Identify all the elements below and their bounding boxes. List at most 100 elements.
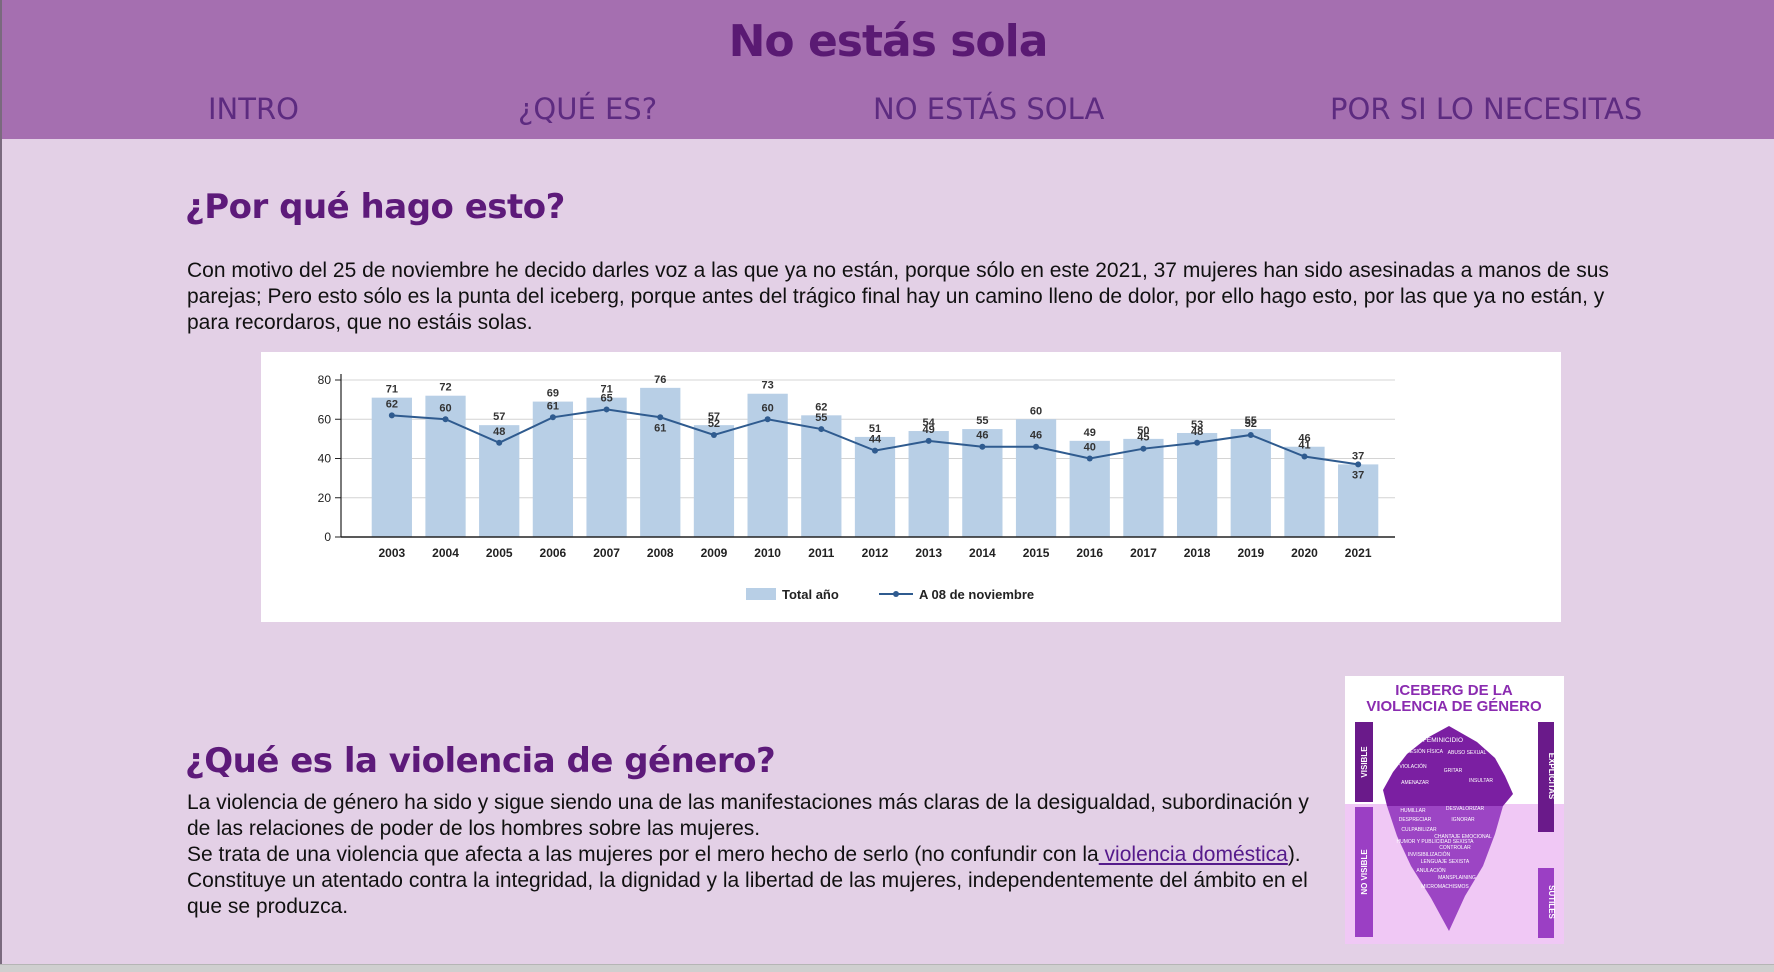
- line-point: [979, 443, 986, 450]
- nav-por-si-lo-necesitas[interactable]: POR SI LO NECESITAS: [1330, 92, 1642, 126]
- line-value-label: 60: [762, 402, 774, 414]
- line-value-label: 48: [493, 426, 505, 438]
- iceberg-title-2: VIOLENCIA DE GÉNERO: [1366, 698, 1542, 715]
- iceberg-item: INSULTAR: [1469, 778, 1493, 784]
- line-value-label: 40: [1084, 442, 1096, 454]
- iceberg-item: MICROMACHISMOS: [1421, 884, 1469, 890]
- bar: [1176, 432, 1218, 537]
- y-tick-label: 20: [318, 491, 332, 505]
- line-point: [818, 426, 825, 433]
- y-tick-label: 60: [318, 412, 332, 426]
- x-tick-label: 2015: [1023, 546, 1050, 560]
- line-value-label: 45: [1137, 432, 1149, 444]
- nav-que-es[interactable]: ¿QUÉ ES?: [518, 92, 657, 126]
- bar-value-label: 57: [493, 411, 505, 423]
- x-tick-label: 2008: [647, 546, 674, 560]
- bar: [1284, 446, 1325, 537]
- line-point: [710, 431, 717, 438]
- line-point: [1194, 439, 1201, 446]
- iceberg-item: DESPRECIAR: [1399, 817, 1432, 823]
- iceberg-item: GRITAR: [1444, 768, 1463, 774]
- definition-text-before: Se trata de una violencia que afecta a l…: [187, 843, 1099, 866]
- definition-paragraph-1: La violencia de género ha sido y sigue s…: [187, 791, 1309, 840]
- line-value-label: 41: [1298, 440, 1310, 452]
- line-point: [496, 439, 503, 446]
- line-value-label: 61: [654, 422, 666, 434]
- line-value-label: 52: [708, 418, 720, 430]
- iceberg-item: CULPABILIZAR: [1401, 827, 1437, 833]
- violencia-domestica-link[interactable]: violencia doméstica: [1099, 843, 1288, 866]
- nav-intro[interactable]: INTRO: [208, 92, 299, 126]
- x-tick-label: 2006: [540, 546, 567, 560]
- bar-value-label: 73: [762, 380, 774, 392]
- section-heading-que-es: ¿Qué es la violencia de género?: [185, 741, 776, 781]
- bar: [532, 401, 574, 537]
- bar-value-label: 71: [386, 384, 398, 396]
- bar-value-label: 72: [439, 382, 451, 394]
- x-tick-label: 2013: [915, 546, 942, 560]
- y-tick-label: 80: [318, 373, 332, 387]
- x-tick-label: 2017: [1130, 546, 1157, 560]
- bar: [586, 397, 627, 537]
- iceberg-no-visible-label: NO VISIBLE: [1360, 849, 1369, 895]
- iceberg-item: HUMILLAR: [1400, 808, 1426, 814]
- chart-svg: 02040608071 725769 717657736251 54 556049 50 5…: [318, 373, 1395, 602]
- line-value-label: 44: [869, 434, 882, 446]
- iceberg-item: AMENAZAR: [1401, 780, 1429, 786]
- x-tick-label: 2012: [862, 546, 889, 560]
- line-value-label: 46: [976, 430, 988, 442]
- iceberg-item: ABUSO SEXUAL: [1448, 750, 1487, 756]
- iceberg-item: INVISIBILIZACIÓN: [1408, 851, 1451, 858]
- iceberg-item: IGNORAR: [1451, 817, 1475, 823]
- line-point: [603, 406, 610, 413]
- x-tick-label: 2011: [808, 546, 834, 560]
- y-tick-label: 0: [324, 530, 331, 544]
- definition-paragraph-2: Se trata de una violencia que afecta a l…: [187, 842, 1327, 920]
- line-point: [764, 416, 771, 423]
- bar-value-label: 60: [1030, 405, 1042, 417]
- window-edge: [0, 0, 2, 971]
- bar-value-label: 69: [547, 388, 559, 400]
- site-header: No estás sola INTRO ¿QUÉ ES? NO ESTÁS SO…: [2, 0, 1774, 139]
- x-tick-label: 2016: [1076, 546, 1103, 560]
- iceberg-item: DESVALORIZAR: [1446, 806, 1485, 812]
- bar: [1123, 438, 1164, 537]
- line-point: [657, 414, 664, 421]
- line-value-label: 65: [600, 392, 612, 404]
- x-tick-label: 2021: [1345, 546, 1372, 560]
- line-point: [442, 416, 449, 423]
- iceberg-sutiles-label: SUTILES: [1547, 885, 1556, 919]
- bar-value-label: 76: [654, 374, 666, 386]
- iceberg-item: ANULACIÓN: [1416, 867, 1446, 874]
- line-value-label: 62: [386, 398, 398, 410]
- bar-value-label: 55: [976, 415, 988, 427]
- line-point: [1247, 431, 1254, 438]
- line-value-label: 55: [815, 412, 827, 424]
- bar: [801, 415, 842, 537]
- iceberg-explicitas-label: EXPLÍCITAS: [1547, 753, 1556, 800]
- iceberg-image: ICEBERG DE LA VIOLENCIA DE GÉNERO VISIBL…: [1345, 676, 1564, 944]
- nav-no-estas-sola[interactable]: NO ESTÁS SOLA: [873, 92, 1104, 126]
- x-tick-label: 2014: [969, 546, 996, 560]
- line-point: [1140, 445, 1147, 452]
- x-tick-label: 2019: [1237, 546, 1264, 560]
- bar: [640, 387, 681, 537]
- iceberg-item: MANSPLAINING: [1438, 875, 1476, 881]
- legend-line-marker: [893, 591, 899, 597]
- x-tick-label: 2007: [593, 546, 620, 560]
- iceberg-title-1: ICEBERG DE LA: [1395, 682, 1513, 699]
- femicide-chart: 0 20 40 60 80 71 72 57 69 71 76 57 73 62 51 54 55 60 49 50 5…: [261, 352, 1561, 622]
- bar-value-label: 49: [1084, 427, 1096, 439]
- iceberg-infographic: ICEBERG DE LA VIOLENCIA DE GÉNERO VISIBL…: [1345, 676, 1564, 944]
- line-point: [549, 414, 556, 421]
- line-value-label: 37: [1352, 469, 1364, 481]
- line-point: [925, 437, 932, 444]
- section-heading-por-que: ¿Por qué hago esto?: [185, 187, 565, 227]
- x-tick-label: 2005: [486, 546, 513, 560]
- x-tick-label: 2003: [378, 546, 405, 560]
- x-tick-label: 2009: [701, 546, 728, 560]
- line-value-label: 46: [1030, 430, 1042, 442]
- line-value-label: 49: [923, 424, 935, 436]
- line-value-label: 52: [1245, 418, 1257, 430]
- iceberg-item: VIOLACIÓN: [1399, 763, 1427, 770]
